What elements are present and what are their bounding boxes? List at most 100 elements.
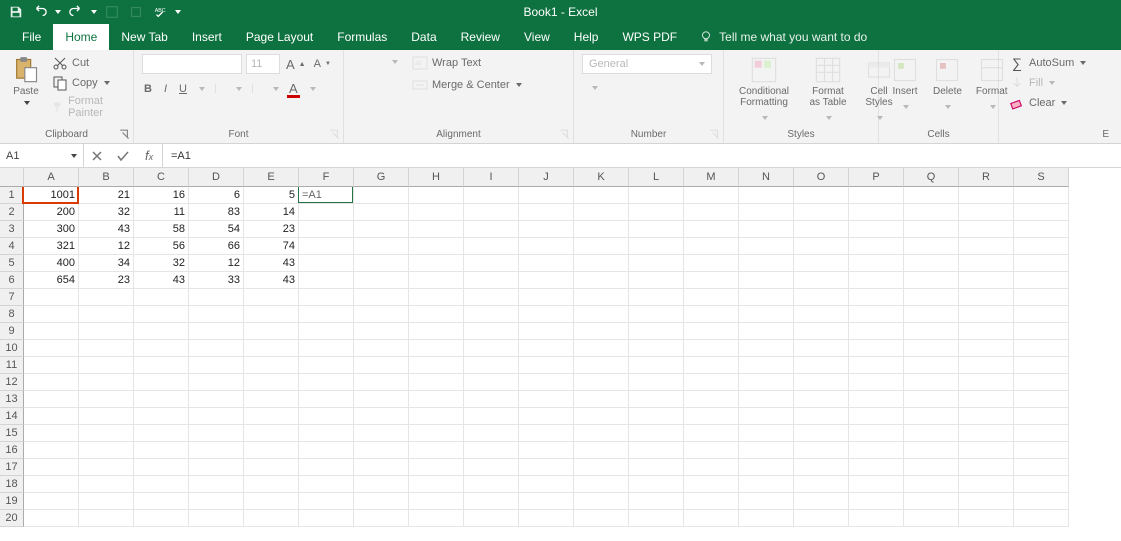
cell[interactable]	[299, 204, 354, 221]
cell[interactable]: 5	[244, 187, 299, 204]
cell[interactable]	[1014, 289, 1069, 306]
cell[interactable]	[959, 408, 1014, 425]
cell[interactable]	[519, 510, 574, 527]
cell[interactable]	[1014, 459, 1069, 476]
row-header[interactable]: 7	[0, 289, 24, 306]
cell[interactable]	[244, 357, 299, 374]
cell[interactable]	[519, 391, 574, 408]
cell[interactable]	[629, 306, 684, 323]
cell[interactable]: 12	[79, 238, 134, 255]
cell[interactable]	[849, 204, 904, 221]
cell[interactable]	[409, 204, 464, 221]
underline-button[interactable]: U	[177, 82, 189, 96]
row-header[interactable]: 9	[0, 323, 24, 340]
cell[interactable]	[409, 391, 464, 408]
cell[interactable]	[519, 459, 574, 476]
cell[interactable]	[24, 391, 79, 408]
cell[interactable]	[464, 272, 519, 289]
accounting-dropdown[interactable]	[590, 80, 598, 94]
cell[interactable]	[629, 323, 684, 340]
cell[interactable]	[849, 510, 904, 527]
cell[interactable]	[464, 238, 519, 255]
cell[interactable]: 43	[244, 272, 299, 289]
cell[interactable]	[189, 442, 244, 459]
cell[interactable]	[79, 306, 134, 323]
cell[interactable]	[629, 510, 684, 527]
cell[interactable]	[189, 425, 244, 442]
cell[interactable]	[134, 374, 189, 391]
column-header[interactable]: B	[79, 168, 134, 187]
cell[interactable]	[684, 510, 739, 527]
cell[interactable]	[519, 340, 574, 357]
cell[interactable]	[519, 476, 574, 493]
row-header[interactable]: 16	[0, 442, 24, 459]
cell[interactable]	[1014, 425, 1069, 442]
cell[interactable]	[849, 459, 904, 476]
cell[interactable]	[904, 272, 959, 289]
cell[interactable]	[904, 187, 959, 204]
cell[interactable]	[79, 323, 134, 340]
cell[interactable]	[904, 306, 959, 323]
cell[interactable]	[244, 289, 299, 306]
cell[interactable]	[574, 476, 629, 493]
cell[interactable]	[409, 493, 464, 510]
cell[interactable]	[464, 221, 519, 238]
cell[interactable]	[794, 357, 849, 374]
cell[interactable]	[739, 391, 794, 408]
cell[interactable]	[1014, 306, 1069, 323]
cell[interactable]: 43	[134, 272, 189, 289]
cell[interactable]	[959, 323, 1014, 340]
row-header[interactable]: 12	[0, 374, 24, 391]
cell[interactable]	[904, 255, 959, 272]
cell[interactable]	[134, 323, 189, 340]
cell[interactable]	[24, 493, 79, 510]
cell[interactable]	[299, 442, 354, 459]
cell[interactable]: 32	[134, 255, 189, 272]
cell[interactable]	[134, 391, 189, 408]
column-header[interactable]: E	[244, 168, 299, 187]
cell[interactable]	[299, 408, 354, 425]
cell[interactable]	[299, 306, 354, 323]
cell[interactable]	[794, 510, 849, 527]
cell[interactable]	[244, 425, 299, 442]
cell[interactable]	[409, 289, 464, 306]
row-header[interactable]: 18	[0, 476, 24, 493]
cell[interactable]	[1014, 357, 1069, 374]
format-as-table-button[interactable]: Format as Table	[802, 54, 854, 126]
cell[interactable]	[849, 306, 904, 323]
cell[interactable]: 1001	[24, 187, 79, 204]
cell[interactable]	[189, 340, 244, 357]
cell[interactable]	[629, 187, 684, 204]
cell[interactable]	[24, 289, 79, 306]
cell[interactable]	[519, 493, 574, 510]
cell[interactable]	[134, 340, 189, 357]
cell[interactable]	[134, 408, 189, 425]
cell[interactable]	[464, 391, 519, 408]
cell[interactable]	[904, 408, 959, 425]
cell[interactable]	[574, 425, 629, 442]
row-header[interactable]: 15	[0, 425, 24, 442]
cell[interactable]	[299, 289, 354, 306]
cell[interactable]	[519, 306, 574, 323]
cell[interactable]	[244, 391, 299, 408]
column-header[interactable]: K	[574, 168, 629, 187]
cell[interactable]	[739, 187, 794, 204]
underline-dropdown[interactable]	[197, 82, 205, 96]
cell[interactable]	[1014, 323, 1069, 340]
redo-icon[interactable]	[66, 2, 86, 22]
cell[interactable]	[574, 374, 629, 391]
cell[interactable]	[794, 408, 849, 425]
cell[interactable]	[134, 425, 189, 442]
cell[interactable]	[629, 221, 684, 238]
cell[interactable]	[464, 289, 519, 306]
cell[interactable]	[409, 357, 464, 374]
cell[interactable]	[794, 340, 849, 357]
cell[interactable]	[739, 289, 794, 306]
cell[interactable]	[409, 425, 464, 442]
cell[interactable]	[904, 459, 959, 476]
cell[interactable]	[629, 391, 684, 408]
cell[interactable]	[189, 510, 244, 527]
cell[interactable]	[354, 289, 409, 306]
cell[interactable]	[519, 272, 574, 289]
cell[interactable]	[464, 374, 519, 391]
